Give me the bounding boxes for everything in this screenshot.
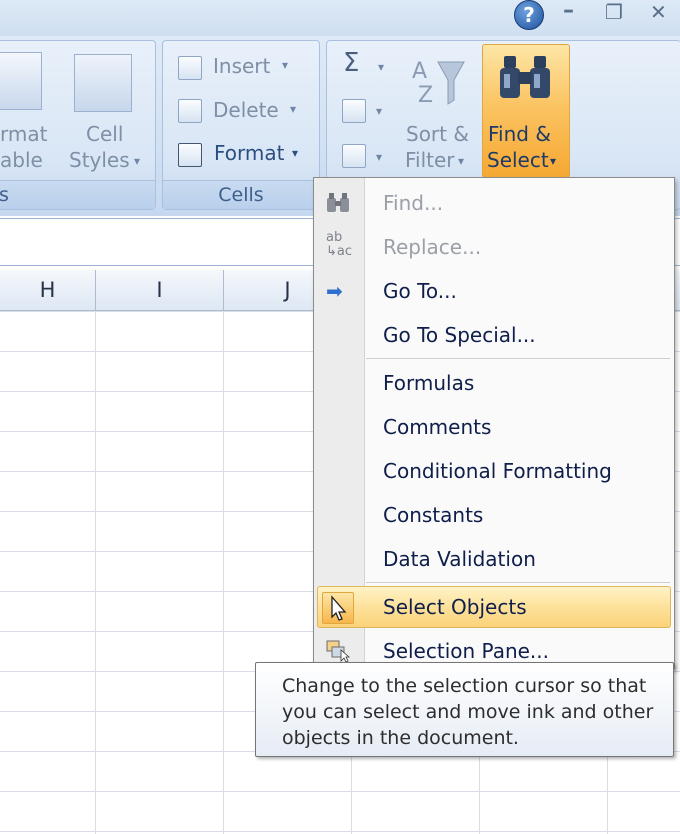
menu-item-go-to[interactable]: ➡ Go To...	[314, 271, 674, 311]
menu-item-label: Constants	[383, 503, 484, 527]
restore-button[interactable]: ❐	[605, 0, 623, 24]
menu-item-constants[interactable]: Constants	[314, 495, 674, 535]
cell-styles-label-1[interactable]: Cell	[86, 122, 123, 146]
cell-styles-dropdown-arrow[interactable]: ▾	[134, 154, 140, 168]
delete-button[interactable]: Delete	[213, 98, 279, 122]
menu-separator	[366, 358, 670, 359]
menu-item-data-validation[interactable]: Data Validation	[314, 539, 674, 579]
title-bar	[0, 0, 680, 36]
tooltip: Change to the selection cursor so that y…	[255, 662, 674, 757]
minimize-button[interactable]: –	[563, 0, 574, 23]
autosum-dropdown-arrow[interactable]: ▾	[378, 60, 384, 74]
sort-filter-label-1[interactable]: Sort &	[406, 122, 469, 146]
close-button[interactable]: ✕	[650, 0, 667, 24]
replace-icon: ab ↳ac	[326, 230, 352, 259]
menu-item-replace[interactable]: ab ↳ac Replace...	[314, 227, 674, 267]
arrow-right-icon: ➡	[326, 279, 343, 303]
binoculars-icon	[326, 192, 350, 214]
format-table-label-1[interactable]: rmat	[0, 122, 47, 146]
styles-group-label: s	[0, 180, 155, 209]
find-select-menu: Find... ab ↳ac Replace... ➡ Go To... Go …	[313, 177, 675, 669]
delete-dropdown-arrow[interactable]: ▾	[290, 102, 296, 116]
svg-text:A: A	[412, 59, 427, 84]
insert-icon[interactable]	[178, 56, 202, 80]
column-header-i[interactable]: I	[96, 270, 224, 311]
find-select-label-1[interactable]: Find &	[488, 122, 551, 146]
fill-icon[interactable]	[342, 99, 366, 123]
menu-item-find[interactable]: Find...	[314, 183, 674, 223]
format-cells-icon[interactable]	[178, 143, 202, 167]
format-table-label-2[interactable]: able	[0, 148, 43, 172]
menu-item-label: Conditional Formatting	[383, 459, 612, 483]
insert-button[interactable]: Insert	[213, 54, 270, 78]
menu-item-label: Data Validation	[383, 547, 536, 571]
menu-item-conditional-formatting[interactable]: Conditional Formatting	[314, 451, 674, 491]
sort-filter-label-2[interactable]: Filter	[405, 148, 455, 172]
grid-line	[223, 311, 224, 834]
cell-styles-icon[interactable]	[74, 54, 132, 112]
menu-item-comments[interactable]: Comments	[314, 407, 674, 447]
clear-icon[interactable]	[342, 144, 366, 168]
menu-item-label: Select Objects	[383, 595, 527, 619]
menu-item-label: Go To...	[383, 279, 457, 303]
replace-icon-bottom: ↳ac	[326, 244, 353, 259]
menu-item-label: Formulas	[383, 371, 475, 395]
find-select-dropdown-arrow[interactable]: ▾	[550, 154, 556, 168]
selection-pane-icon	[326, 640, 351, 663]
grid-line	[95, 311, 96, 834]
clear-dropdown-arrow[interactable]: ▾	[376, 150, 382, 164]
binoculars-icon	[498, 52, 552, 104]
menu-item-label: Replace...	[383, 235, 482, 259]
help-icon[interactable]: ?	[514, 0, 544, 30]
cursor-arrow-icon	[322, 592, 354, 624]
format-button[interactable]: Format	[214, 141, 284, 165]
sort-filter-dropdown-arrow[interactable]: ▾	[458, 154, 464, 168]
menu-item-label: Find...	[383, 191, 444, 215]
sort-filter-icon[interactable]: A Z	[410, 54, 466, 110]
format-as-table-icon[interactable]	[0, 52, 42, 110]
insert-dropdown-arrow[interactable]: ▾	[282, 58, 288, 72]
menu-item-label: Go To Special...	[383, 323, 536, 347]
cell-styles-label-2[interactable]: Styles	[69, 148, 130, 172]
tooltip-text: Change to the selection cursor so that y…	[282, 675, 654, 749]
menu-separator	[366, 582, 670, 583]
menu-item-formulas[interactable]: Formulas	[314, 363, 674, 403]
menu-item-go-to-special[interactable]: Go To Special...	[314, 315, 674, 355]
format-dropdown-arrow[interactable]: ▾	[292, 146, 298, 160]
autosum-icon[interactable]: Σ	[343, 48, 359, 78]
delete-icon[interactable]	[178, 99, 202, 123]
column-header-h[interactable]: H	[0, 270, 96, 311]
fill-dropdown-arrow[interactable]: ▾	[376, 104, 382, 118]
menu-item-select-objects[interactable]: Select Objects	[314, 587, 674, 627]
cells-group-label: Cells	[163, 180, 319, 209]
replace-icon-top: ab	[326, 230, 343, 245]
svg-text:Z: Z	[418, 83, 433, 108]
find-select-label-2[interactable]: Select	[487, 148, 549, 172]
menu-item-label: Comments	[383, 415, 492, 439]
